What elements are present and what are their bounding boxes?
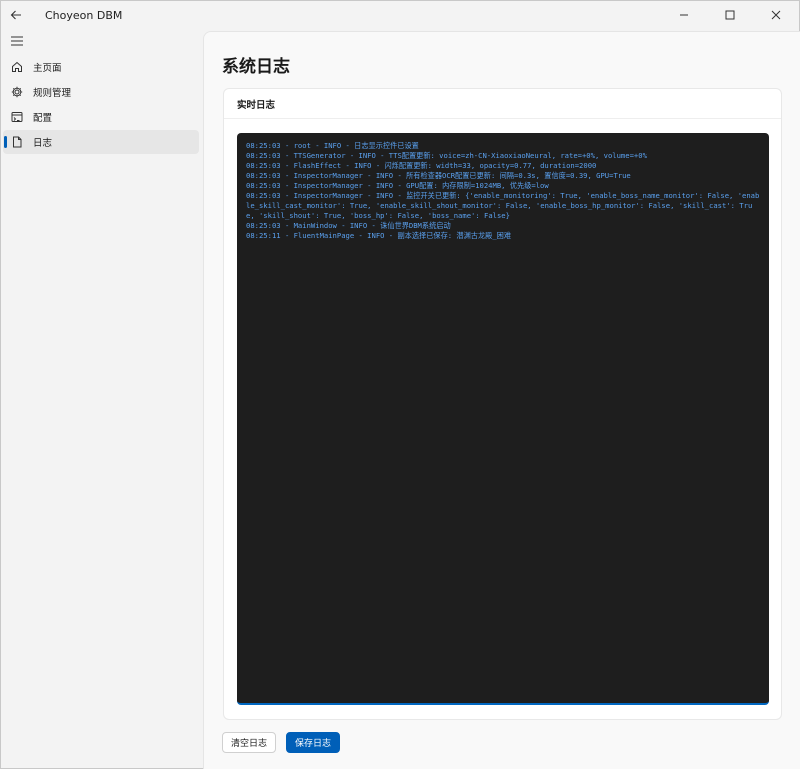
save-log-button[interactable]: 保存日志	[286, 732, 341, 753]
hamburger-menu-icon	[11, 36, 23, 46]
document-icon	[10, 135, 24, 149]
clear-log-button[interactable]: 清空日志	[222, 732, 277, 753]
sidebar-item-rules[interactable]: 规则管理	[3, 80, 199, 104]
sidebar-item-label: 规则管理	[33, 88, 72, 99]
sidebar-item-label: 配置	[33, 113, 53, 124]
main-content: 系统日志 实时日志 08:25:03 - root - INFO - 日志显示控…	[203, 31, 800, 769]
log-line: 08:25:03 - root - INFO - 日志显示控件已设置	[246, 141, 419, 150]
home-icon	[10, 60, 24, 74]
arrow-left-icon	[10, 10, 21, 20]
sidebar-item-home[interactable]: 主页面	[3, 55, 199, 79]
sidebar-item-label: 主页面	[33, 63, 62, 74]
close-icon	[771, 10, 781, 20]
log-card: 实时日志 08:25:03 - root - INFO - 日志显示控件已设置 …	[223, 88, 782, 720]
log-line: 08:25:11 - FluentMainPage - INFO - 副本选择已…	[246, 231, 512, 240]
minimize-button[interactable]	[661, 1, 707, 29]
active-indicator	[4, 136, 7, 148]
log-line: 08:25:03 - InspectorManager - INFO - 监控开…	[246, 191, 760, 220]
minimize-icon	[680, 14, 688, 16]
log-line: 08:25:03 - InspectorManager - INFO - 所有检…	[246, 171, 631, 180]
log-line: 08:25:03 - InspectorManager - INFO - GPU…	[246, 181, 549, 190]
gear-icon	[10, 85, 24, 99]
sidebar-item-logs[interactable]: 日志	[3, 130, 199, 154]
window-controls	[661, 1, 799, 29]
maximize-icon	[725, 10, 735, 20]
card-title: 实时日志	[224, 89, 781, 119]
app-title: Choyeon DBM	[45, 9, 123, 22]
sidebar-nav: 主页面 规则管理 配置 日志	[1, 54, 201, 155]
menu-toggle-button[interactable]	[7, 31, 27, 51]
app-window: Choyeon DBM 主页面 规则管理 配置 日志 系统日志 实时日志 08:…	[0, 0, 800, 769]
page-title: 系统日志	[222, 57, 290, 77]
back-button[interactable]	[2, 1, 30, 29]
close-button[interactable]	[753, 1, 799, 29]
title-bar: Choyeon DBM	[1, 1, 799, 29]
maximize-button[interactable]	[707, 1, 753, 29]
log-line: 08:25:03 - TTSGenerator - INFO - TTS配置更新…	[246, 151, 647, 160]
log-output[interactable]: 08:25:03 - root - INFO - 日志显示控件已设置 08:25…	[237, 133, 769, 705]
log-line: 08:25:03 - MainWindow - INFO - 诛仙世界DBM系统…	[246, 221, 451, 230]
sidebar-item-config[interactable]: 配置	[3, 105, 199, 129]
config-icon	[10, 110, 24, 124]
sidebar-item-label: 日志	[33, 138, 53, 149]
log-line: 08:25:03 - FlashEffect - INFO - 闪烁配置更新: …	[246, 161, 597, 170]
